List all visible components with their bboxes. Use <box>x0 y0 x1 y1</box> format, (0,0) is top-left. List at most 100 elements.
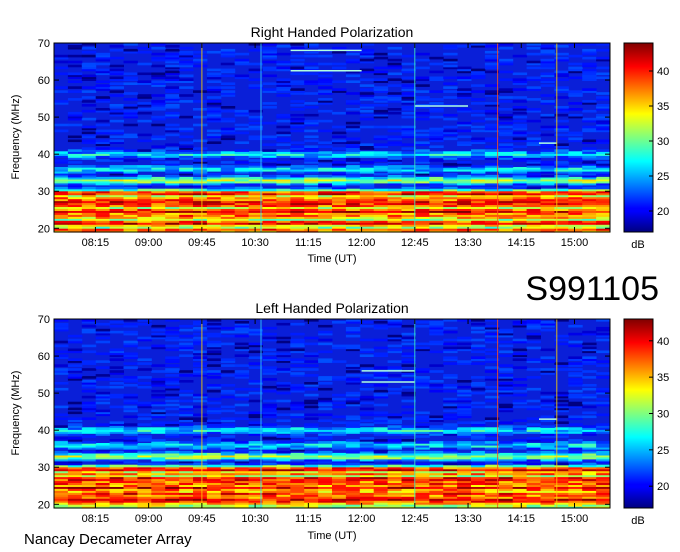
spectrogram-cell <box>429 389 444 393</box>
spectrogram-cell <box>304 129 319 133</box>
spectrogram-cell <box>290 358 305 361</box>
spectrogram-cell <box>193 50 208 54</box>
spectrogram-cell <box>457 421 472 424</box>
spectrogram-cell <box>206 397 222 401</box>
spectrogram-cell <box>67 98 83 101</box>
spectrogram-cell <box>582 88 597 91</box>
spectrogram-cell <box>137 443 152 446</box>
spectrogram-cell <box>304 450 319 454</box>
spectrogram-cell <box>262 106 277 109</box>
spectrogram-cell <box>429 62 444 66</box>
spectrogram-cell <box>206 96 222 99</box>
spectrogram-cell <box>512 96 528 99</box>
spectrogram-cell <box>276 399 291 403</box>
spectrogram-cell <box>332 135 347 139</box>
spectrogram-cell <box>81 435 97 438</box>
spectrogram-cell <box>290 108 305 111</box>
spectrogram-cell <box>290 117 305 121</box>
spectrogram-cell <box>276 435 291 438</box>
spectrogram-cell <box>304 405 319 409</box>
spectrogram-cell <box>262 352 277 356</box>
spectrogram-cell <box>137 165 152 168</box>
spectrogram-cell <box>276 358 291 361</box>
spectrogram-cell <box>165 399 180 403</box>
spectrogram-cell <box>137 108 152 111</box>
spectrogram-cell <box>276 161 291 164</box>
spectrogram-cell <box>471 401 486 405</box>
spectrogram-cell <box>443 397 458 401</box>
spectrogram-cell <box>193 58 208 62</box>
x-tick-label: 09:00 <box>135 237 163 249</box>
spectrogram-cell <box>359 437 375 440</box>
spectrogram-cell <box>262 385 277 389</box>
spectrogram-cell <box>387 174 402 178</box>
spectrogram-cell <box>596 66 611 70</box>
spectrogram-figure: Right Handed Polarization 203040506070 0… <box>10 24 669 548</box>
spectrogram-cell <box>401 143 416 146</box>
spectrogram-cell <box>540 174 555 178</box>
spectrogram-cell <box>443 113 458 117</box>
spectrogram-cell <box>526 137 541 141</box>
spectrogram-cell <box>415 321 430 324</box>
spectrogram-cell <box>387 129 402 133</box>
spectrogram-cell <box>109 464 124 468</box>
spectrogram-cell <box>387 366 402 369</box>
spectrogram-cell <box>290 72 305 76</box>
spectrogram-cell <box>401 106 416 109</box>
spectrogram-cell <box>206 100 222 103</box>
spectrogram-cell <box>373 427 389 430</box>
spectrogram-cell <box>471 382 486 385</box>
spectrogram-cell <box>373 56 389 60</box>
spectrogram-cell <box>67 407 83 411</box>
spectrogram-cell <box>276 113 291 117</box>
spectrogram-cell <box>345 141 361 144</box>
spectrogram-cell <box>179 145 194 148</box>
spectrogram-cell <box>137 188 152 192</box>
x-tick-label: 08:15 <box>82 513 110 525</box>
spectrogram-cell <box>359 401 375 405</box>
spectrogram-cell <box>165 413 180 417</box>
spectrogram-cell <box>359 407 375 411</box>
spectrogram-cell <box>373 109 389 113</box>
spectrogram-cell <box>220 364 236 367</box>
spectrogram-cell <box>596 149 611 152</box>
spectrogram-cell <box>81 165 97 168</box>
spectrogram-cell <box>457 66 472 70</box>
spectrogram-cell <box>304 382 319 385</box>
spectrogram-cell <box>318 90 333 93</box>
spectrogram-cell <box>373 384 389 387</box>
spectrogram-cell <box>193 393 208 397</box>
spectrogram-cell <box>345 364 361 367</box>
spectrogram-cell <box>373 352 389 356</box>
spectrogram-cell <box>165 133 180 137</box>
spectrogram-cell <box>345 421 361 424</box>
spectrogram-cell <box>443 186 458 190</box>
spectrogram-cell <box>387 348 402 352</box>
spectrogram-cell <box>373 172 389 176</box>
spectrogram-cell <box>95 401 111 405</box>
spectrogram-cell <box>206 86 222 89</box>
spectrogram-cell <box>54 72 69 76</box>
spectrogram-cell <box>109 45 124 48</box>
spectrogram-cell <box>526 151 541 154</box>
spectrogram-cell <box>109 421 124 424</box>
spectrogram-cell <box>471 427 486 430</box>
spectrogram-cell <box>540 368 555 371</box>
x-tick-label: 13:30 <box>454 513 482 525</box>
spectrogram-cell <box>193 425 208 428</box>
spectrogram-cell <box>123 165 138 168</box>
spectrogram-cell <box>290 100 305 103</box>
spectrogram-cell <box>568 108 583 111</box>
spectrogram-cell <box>165 111 180 115</box>
spectrogram-cell <box>54 90 69 93</box>
spectrogram-cell <box>276 174 291 178</box>
spectrogram-cell <box>109 358 124 361</box>
spectrogram-cell <box>443 172 458 176</box>
spectrogram-cell <box>318 330 333 334</box>
spectrogram-cell <box>67 452 83 456</box>
spectrogram-cell <box>123 362 138 365</box>
spectrogram-cell <box>54 368 69 371</box>
spectrogram-cell <box>304 393 319 397</box>
spectrogram-cell <box>512 366 528 369</box>
spectrogram-cell <box>206 172 222 176</box>
